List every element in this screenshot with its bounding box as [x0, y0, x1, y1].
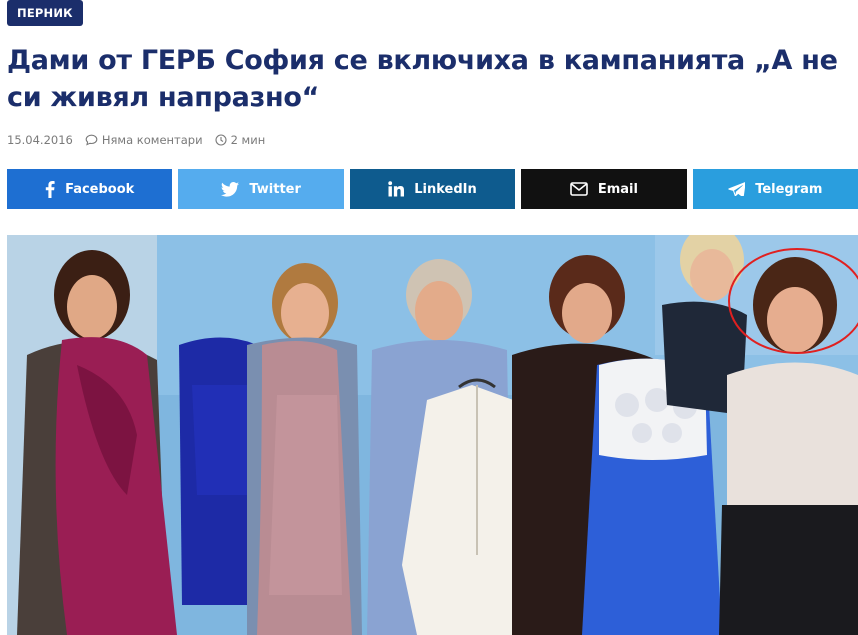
share-linkedin-button[interactable]: LinkedIn: [349, 169, 516, 209]
article-title: Дами от ГЕРБ София се включиха в кампани…: [7, 45, 838, 113]
category-badge[interactable]: ПЕРНИК: [7, 0, 83, 26]
share-twitter-button[interactable]: Twitter: [178, 169, 344, 209]
comments-label: Няма коментари: [101, 133, 203, 147]
clock-icon: [215, 134, 227, 146]
comment-icon: [85, 134, 98, 146]
group-photo-image: [7, 235, 858, 635]
telegram-icon: [728, 182, 746, 196]
read-time: 2 мин: [215, 133, 266, 147]
share-linkedin-label: LinkedIn: [414, 181, 477, 197]
share-telegram-label: Telegram: [755, 181, 823, 197]
article-page: ПЕРНИК Дами от ГЕРБ София се включиха в …: [0, 0, 858, 635]
twitter-icon: [221, 181, 240, 197]
envelope-icon: [570, 182, 588, 196]
share-email-button[interactable]: Email: [521, 169, 687, 209]
publish-date: 15.04.2016: [7, 133, 73, 147]
facebook-icon: [45, 180, 55, 198]
linkedin-icon: [388, 181, 405, 197]
share-facebook-label: Facebook: [65, 181, 135, 197]
article-photo: [7, 235, 858, 635]
share-facebook-button[interactable]: Facebook: [7, 169, 173, 209]
share-email-label: Email: [597, 181, 638, 197]
comments-link[interactable]: Няма коментари: [85, 133, 203, 147]
article-meta: 15.04.2016 Няма коментари 2 мин: [7, 131, 277, 149]
share-twitter-label: Twitter: [249, 181, 301, 197]
share-buttons: Facebook Twitter LinkedIn Email Telegram: [7, 169, 858, 209]
share-telegram-button[interactable]: Telegram: [692, 169, 858, 209]
read-time-label: 2 мин: [230, 133, 266, 147]
